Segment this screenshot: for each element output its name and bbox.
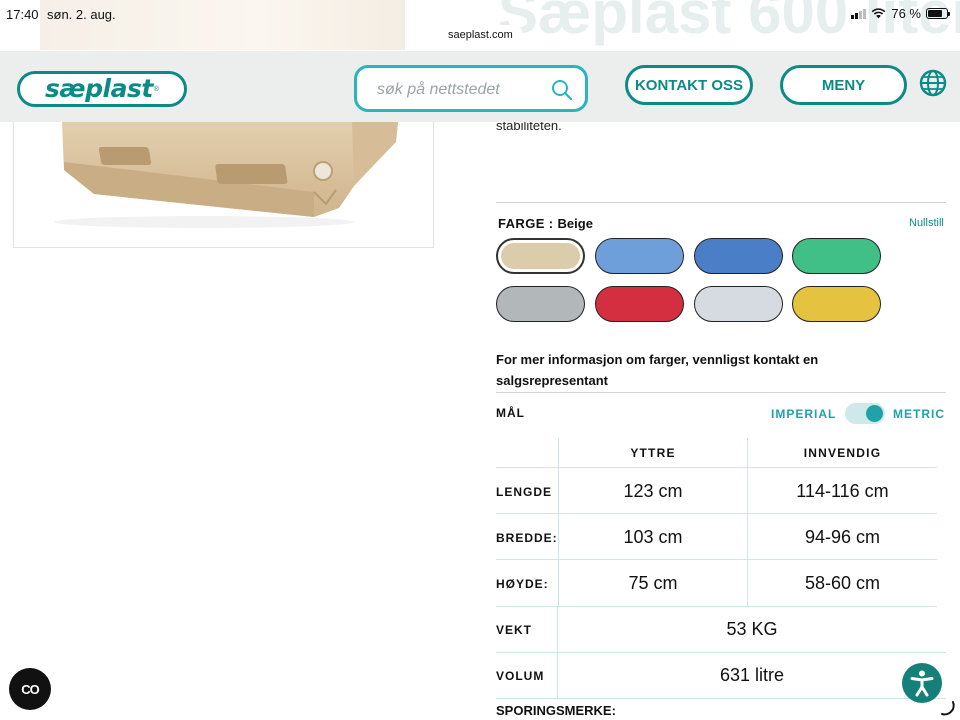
row-label-width: BREDDE: <box>496 531 558 545</box>
column-header-inner: INNVENDIG <box>803 446 882 460</box>
color-info-text: For mer informasjon om farger, vennligst… <box>496 352 819 388</box>
height-outer-value: 75 cm <box>628 573 678 593</box>
row-label-volume: VOLUM <box>496 669 545 683</box>
unit-toggle[interactable] <box>845 403 885 424</box>
status-time: 17:40 <box>6 7 39 22</box>
unit-metric-label[interactable]: METRIC <box>893 407 945 421</box>
search-input[interactable] <box>377 79 547 101</box>
logo-text: sæplast <box>45 73 153 103</box>
color-swatch[interactable] <box>694 238 783 274</box>
width-outer-value: 103 cm <box>623 527 683 547</box>
status-indicators: 76 % <box>851 6 950 21</box>
volume-value: 631 litre <box>719 665 785 685</box>
row-label-weight: VEKT <box>496 623 533 637</box>
table-divider <box>496 652 946 653</box>
width-inner-value: 94-96 cm <box>804 527 881 547</box>
cookie-consent-button[interactable]: CO <box>9 668 51 710</box>
container-illustration <box>54 122 398 228</box>
color-label: FARGE : Beige <box>498 216 593 231</box>
product-image[interactable] <box>13 122 434 248</box>
accessibility-icon <box>910 670 934 697</box>
table-divider <box>496 559 937 560</box>
height-inner-value: 58-60 cm <box>804 573 881 593</box>
color-swatch[interactable] <box>792 286 881 322</box>
table-divider <box>496 606 937 607</box>
color-swatch[interactable] <box>595 286 684 322</box>
saeplast-logo[interactable]: sæplast ® <box>17 71 187 107</box>
color-swatch[interactable] <box>595 238 684 274</box>
weight-value: 53 KG <box>726 619 778 639</box>
toggle-knob <box>866 405 883 422</box>
battery-percent: 76 % <box>891 6 921 21</box>
cookie-icon: CO <box>21 681 39 697</box>
status-date: søn. 2. aug. <box>47 7 116 22</box>
search-icon[interactable] <box>551 79 573 101</box>
section-divider <box>496 392 946 393</box>
menu-button[interactable]: MENY <box>780 65 907 105</box>
reset-link[interactable]: Nullstill <box>909 217 944 229</box>
cellular-signal-icon <box>851 8 867 19</box>
selected-color: Beige <box>557 216 593 231</box>
column-header-outer: YTTRE <box>630 446 676 460</box>
section-divider <box>496 202 946 203</box>
status-bar: 17:40 søn. 2. aug. 76 % <box>0 0 960 28</box>
row-label-height: HØYDE: <box>496 577 549 591</box>
wifi-icon <box>871 8 886 19</box>
table-divider <box>496 467 937 468</box>
table-divider <box>496 698 946 699</box>
color-swatch[interactable] <box>496 238 585 274</box>
globe-icon[interactable] <box>919 69 947 97</box>
search-box[interactable] <box>354 65 588 112</box>
dimensions-label: MÅL <box>496 406 525 420</box>
battery-fill <box>928 10 942 17</box>
length-inner-value: 114-116 cm <box>796 481 889 501</box>
table-divider <box>496 513 937 514</box>
color-swatch[interactable] <box>694 286 783 322</box>
unit-imperial-label[interactable]: IMPERIAL <box>771 407 836 421</box>
length-outer-value: 123 cm <box>623 481 683 501</box>
tracking-label: SPORINGSMERKE: <box>496 703 616 718</box>
color-swatch[interactable] <box>496 286 585 322</box>
battery-icon <box>926 8 950 19</box>
accessibility-button[interactable] <box>902 663 942 703</box>
address-bar[interactable]: saeplast.com <box>438 25 523 45</box>
contact-button[interactable]: KONTAKT OSS <box>625 65 753 105</box>
site-header: sæplast® KONTAKT OSS MENY <box>0 51 960 122</box>
color-swatch[interactable] <box>792 238 881 274</box>
row-label-length: LENGDE <box>496 485 553 499</box>
